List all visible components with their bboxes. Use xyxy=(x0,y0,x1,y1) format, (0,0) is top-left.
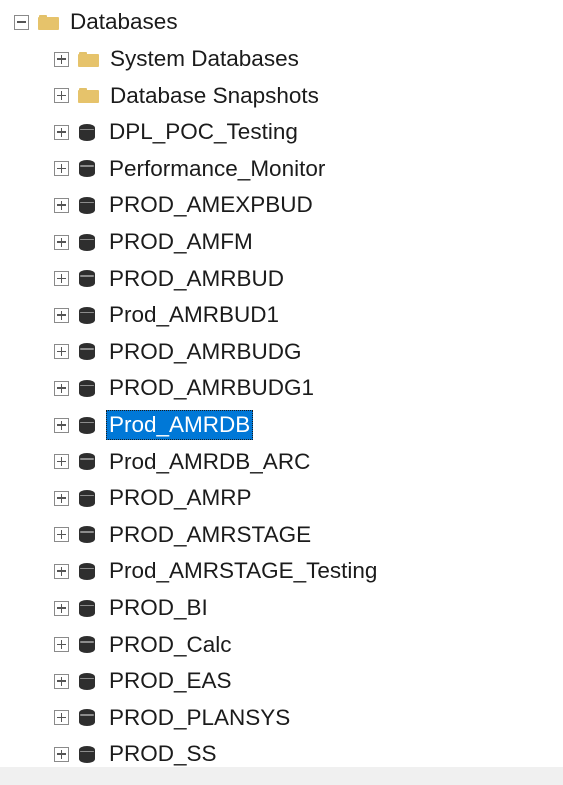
tree-node-label: PROD_AMRBUDG xyxy=(109,338,302,364)
database-icon xyxy=(79,672,95,690)
expand-icon[interactable] xyxy=(54,234,69,250)
database-icon xyxy=(79,562,95,580)
tree-node[interactable]: System Databases xyxy=(54,42,302,76)
database-icon xyxy=(79,123,95,141)
tree-node-label: PROD_AMRP xyxy=(109,485,252,511)
tree-node-label: DPL_POC_Testing xyxy=(109,119,298,145)
database-icon xyxy=(79,526,95,544)
tree-node-label: PROD_AMRSTAGE xyxy=(109,521,312,547)
expand-icon[interactable] xyxy=(54,380,69,396)
expand-icon[interactable] xyxy=(54,600,69,616)
database-icon xyxy=(79,343,95,361)
database-icon xyxy=(79,489,95,507)
tree-node-label: PROD_PLANSYS xyxy=(109,704,291,730)
tree-node-label: Prod_AMRDB xyxy=(106,410,254,440)
expand-icon[interactable] xyxy=(54,490,69,506)
tree-node-label: Database Snapshots xyxy=(110,82,319,108)
tree-node-label: PROD_AMRBUD xyxy=(109,265,285,291)
tree-node[interactable]: PROD_AMEXPBUD xyxy=(54,188,316,222)
tree-node[interactable]: DPL_POC_Testing xyxy=(54,115,301,149)
expand-icon[interactable] xyxy=(54,417,69,433)
tree-node[interactable]: PROD_BI xyxy=(54,591,211,625)
tree-node-label: PROD_EAS xyxy=(109,668,232,694)
expand-icon[interactable] xyxy=(54,527,69,543)
expand-icon[interactable] xyxy=(54,563,69,579)
database-icon xyxy=(79,270,95,288)
database-icon xyxy=(79,233,95,251)
expand-icon[interactable] xyxy=(54,307,69,323)
collapse-icon[interactable] xyxy=(14,14,29,30)
database-icon xyxy=(79,636,95,654)
expand-icon[interactable] xyxy=(54,710,69,726)
database-icon xyxy=(79,709,95,727)
tree-node[interactable]: Prod_AMRDB_ARC xyxy=(54,445,313,479)
tree-node[interactable]: PROD_EAS xyxy=(54,664,235,698)
database-icon xyxy=(79,453,95,471)
horizontal-scrollbar[interactable] xyxy=(0,767,563,785)
database-icon xyxy=(79,379,95,397)
folder-icon xyxy=(78,51,99,67)
tree-node[interactable]: Prod_AMRDB xyxy=(54,408,254,442)
tree-node-label: PROD_AMRBUDG1 xyxy=(109,375,315,401)
expand-icon[interactable] xyxy=(54,454,69,470)
tree-node-label: Prod_AMRDB_ARC xyxy=(109,448,311,474)
database-icon xyxy=(79,196,95,214)
tree-node[interactable]: PROD_AMRBUDG xyxy=(54,335,305,369)
tree-node-label: PROD_AMFM xyxy=(109,229,253,254)
expand-icon[interactable] xyxy=(54,271,69,287)
expand-icon[interactable] xyxy=(54,161,69,177)
tree-node[interactable]: Prod_AMRBUD1 xyxy=(54,298,282,332)
folder-icon xyxy=(38,14,59,30)
tree-node-label: Prod_AMRSTAGE_Testing xyxy=(109,558,378,584)
tree-node-label: Prod_AMRBUD1 xyxy=(109,302,280,328)
tree-node[interactable]: Database Snapshots xyxy=(54,79,322,113)
expand-icon[interactable] xyxy=(54,51,69,67)
tree-node[interactable]: PROD_AMFM xyxy=(54,225,256,259)
database-icon xyxy=(79,599,95,617)
tree-node[interactable]: PROD_AMRBUDG1 xyxy=(54,371,317,405)
object-explorer-tree: Databases System Databases Database Snaps… xyxy=(0,0,563,785)
tree-node-label: PROD_Calc xyxy=(109,631,232,657)
expand-icon[interactable] xyxy=(54,124,69,140)
expand-icon[interactable] xyxy=(54,746,69,762)
expand-icon[interactable] xyxy=(54,344,69,360)
tree-node-label: System Databases xyxy=(110,46,299,71)
tree-node[interactable]: PROD_AMRP xyxy=(54,481,255,515)
tree-node[interactable]: PROD_PLANSYS xyxy=(54,701,293,735)
tree-node[interactable]: PROD_AMRBUD xyxy=(54,262,287,296)
tree-node-label: Performance_Monitor xyxy=(109,155,326,181)
tree-node-label: PROD_AMEXPBUD xyxy=(109,192,313,218)
folder-icon xyxy=(78,88,99,104)
tree-node[interactable]: Performance_Monitor xyxy=(54,152,328,186)
tree-node[interactable]: PROD_AMRSTAGE xyxy=(54,518,314,552)
database-icon xyxy=(79,416,95,434)
database-icon xyxy=(79,306,95,324)
tree-node[interactable]: Prod_AMRSTAGE_Testing xyxy=(54,554,380,588)
tree-node-label: PROD_SS xyxy=(109,741,217,767)
tree-node-label: Databases xyxy=(70,9,178,34)
expand-icon[interactable] xyxy=(54,197,69,213)
tree-node-databases[interactable]: Databases xyxy=(14,5,181,39)
tree-node-label: PROD_BI xyxy=(109,595,208,620)
database-icon xyxy=(79,745,95,763)
expand-icon[interactable] xyxy=(54,673,69,689)
expand-icon[interactable] xyxy=(54,637,69,653)
tree-node[interactable]: PROD_Calc xyxy=(54,628,235,662)
database-icon xyxy=(79,160,95,178)
expand-icon[interactable] xyxy=(54,88,69,104)
